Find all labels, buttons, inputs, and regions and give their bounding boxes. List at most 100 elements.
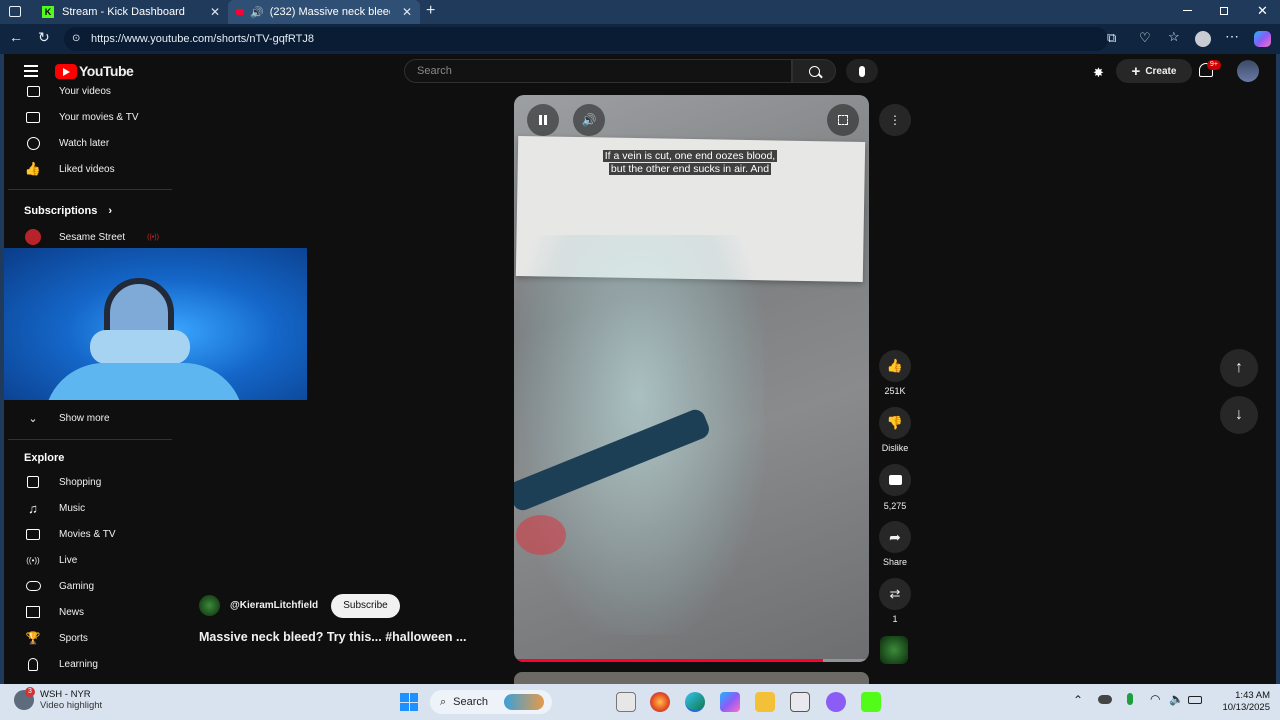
close-window-icon[interactable]: ✕ [1257, 3, 1268, 19]
weather-widget[interactable]: 3 WSH - NYR Video highlight [14, 687, 102, 711]
maximize-icon[interactable] [1220, 7, 1228, 15]
create-label: Create [1145, 65, 1177, 77]
account-avatar[interactable] [1237, 60, 1259, 82]
onedrive-icon[interactable] [1098, 695, 1112, 704]
dislike-button[interactable]: 👎 [879, 407, 911, 439]
widget-badge: 3 [25, 687, 35, 697]
profile-avatar[interactable] [1195, 31, 1211, 47]
close-tab-icon[interactable]: ✕ [210, 5, 220, 19]
show-more-button[interactable]: ⌄ Show more [24, 406, 109, 430]
edge-icon[interactable] [685, 692, 705, 712]
subscribe-button[interactable]: Subscribe [331, 594, 400, 618]
start-button[interactable] [400, 693, 418, 711]
comments-button[interactable] [879, 464, 911, 496]
share-button[interactable]: ➦ [879, 521, 911, 553]
battery-icon[interactable] [1188, 696, 1202, 704]
taskbar-search[interactable]: ⌕ Search [430, 690, 552, 714]
bag-icon [24, 473, 42, 491]
youtube-logo[interactable]: YouTube [55, 63, 134, 79]
video-blood-spot [516, 515, 566, 555]
wifi-icon[interactable]: ◠ [1150, 692, 1160, 706]
sidebar-item-label: Shopping [59, 476, 102, 488]
film-icon [24, 108, 42, 126]
pause-button[interactable] [527, 104, 559, 136]
trophy-icon: 🏆 [25, 631, 41, 645]
sidebar-item-label: Liked videos [59, 163, 115, 175]
dislike-label: Dislike [881, 443, 909, 453]
site-info-icon[interactable]: ⊙ [72, 27, 80, 51]
speaker-icon[interactable]: 🔊 [250, 6, 264, 19]
next-short-button[interactable]: ↓ [1220, 396, 1258, 434]
search-icon: ⌕ [440, 695, 447, 708]
back-icon[interactable]: ← [9, 29, 23, 45]
browser-essentials-icon[interactable]: ♡ [1139, 30, 1151, 46]
sidebar-item-your-movies[interactable]: Your movies & TV [24, 105, 138, 129]
new-tab-icon[interactable]: + [426, 2, 435, 20]
sidebar-item-news[interactable]: News [24, 600, 84, 624]
close-tab-icon[interactable]: ✕ [402, 5, 412, 19]
remix-button[interactable]: ⇄ [879, 578, 911, 610]
twitch-icon[interactable] [826, 692, 846, 712]
sidebar-item-watch-later[interactable]: Watch later [24, 131, 109, 155]
snipping-tool-icon[interactable] [790, 692, 810, 712]
more-options-button[interactable]: ⋮ [879, 104, 911, 136]
kick-extension-icon[interactable]: ✸ [1093, 65, 1109, 80]
guide-menu-icon[interactable] [24, 65, 38, 77]
tab-actions-icon[interactable] [9, 6, 21, 17]
minimize-icon[interactable] [1183, 10, 1192, 11]
clock[interactable]: 1:43 AM 10/13/2025 [1210, 690, 1270, 714]
voice-search-button[interactable] [846, 59, 878, 83]
sidebar-item-shopping[interactable]: Shopping [24, 470, 101, 494]
sidebar-item-gaming[interactable]: Gaming [24, 574, 94, 598]
short-title[interactable]: Massive neck bleed? Try this... #hallowe… [199, 630, 466, 644]
sidebar-item-label: Your videos [59, 85, 111, 97]
volume-button[interactable]: 🔊 [573, 104, 605, 136]
fullscreen-button[interactable] [827, 104, 859, 136]
sidebar-item-liked-videos[interactable]: 👍 Liked videos [24, 157, 115, 181]
sound-avatar[interactable] [880, 636, 908, 664]
previous-short-button[interactable]: ↑ [1220, 349, 1258, 387]
sidebar-item-movies-tv[interactable]: Movies & TV [24, 522, 116, 546]
extensions-icon[interactable]: ⧉ [1107, 30, 1116, 46]
bulb-icon [24, 655, 42, 673]
video-progress-track[interactable] [514, 659, 869, 662]
chevron-up-icon[interactable]: ⌃ [1073, 693, 1083, 707]
channel-name[interactable]: @KieramLitchfield [230, 600, 318, 611]
task-view-icon[interactable] [616, 692, 636, 712]
sidebar-item-live[interactable]: ((•)) Live [24, 548, 77, 572]
music-icon: ♫ [28, 500, 38, 516]
search-button[interactable] [792, 59, 836, 83]
microphone-icon[interactable] [1127, 693, 1133, 705]
like-button[interactable]: 👍 [879, 350, 911, 382]
sidebar-divider [8, 439, 172, 440]
kick-app-icon[interactable] [861, 692, 881, 712]
create-button[interactable]: + Create [1116, 59, 1192, 83]
copilot-app-icon[interactable] [720, 692, 740, 712]
sidebar-item-sports[interactable]: 🏆 Sports [24, 626, 88, 650]
sidebar-item-learning[interactable]: Learning [24, 652, 98, 676]
sidebar-item-your-videos[interactable]: Your videos [24, 79, 111, 103]
pause-icon [539, 115, 547, 125]
subscriptions-heading[interactable]: Subscriptions › [24, 205, 112, 217]
tab-kick-dashboard[interactable]: K Stream - Kick Dashboard ✕ [32, 0, 228, 24]
firefox-icon[interactable] [650, 692, 670, 712]
url-field[interactable]: ⊙ https://www.youtube.com/shorts/nTV-gqf… [64, 27, 1108, 51]
streamer-hands [90, 330, 190, 364]
short-video-player[interactable] [514, 95, 869, 662]
sidebar-item-music[interactable]: ♫ Music [24, 496, 85, 520]
thumbs-up-icon: 👍 [886, 358, 904, 373]
copilot-icon[interactable] [1254, 31, 1271, 47]
address-bar-row: ← ↻ ⊙ https://www.youtube.com/shorts/nTV… [0, 24, 1280, 54]
file-explorer-icon[interactable] [755, 692, 775, 712]
tab-youtube-short[interactable]: 🔊 (232) Massive neck bleed? Tr ✕ [228, 0, 420, 24]
logo-text: YouTube [79, 63, 134, 79]
chevron-down-icon: ⌄ [28, 412, 38, 425]
subscription-sesame-street[interactable]: Sesame Street ((•)) [24, 225, 159, 249]
sidebar-item-label: Gaming [59, 580, 95, 592]
refresh-icon[interactable]: ↻ [38, 29, 50, 46]
favorites-icon[interactable]: ☆ [1168, 29, 1180, 45]
search-input[interactable]: Search [404, 59, 792, 83]
channel-avatar[interactable] [199, 595, 220, 616]
more-menu-icon[interactable]: ⋯ [1225, 28, 1239, 45]
volume-icon[interactable]: 🔈 [1169, 692, 1184, 706]
